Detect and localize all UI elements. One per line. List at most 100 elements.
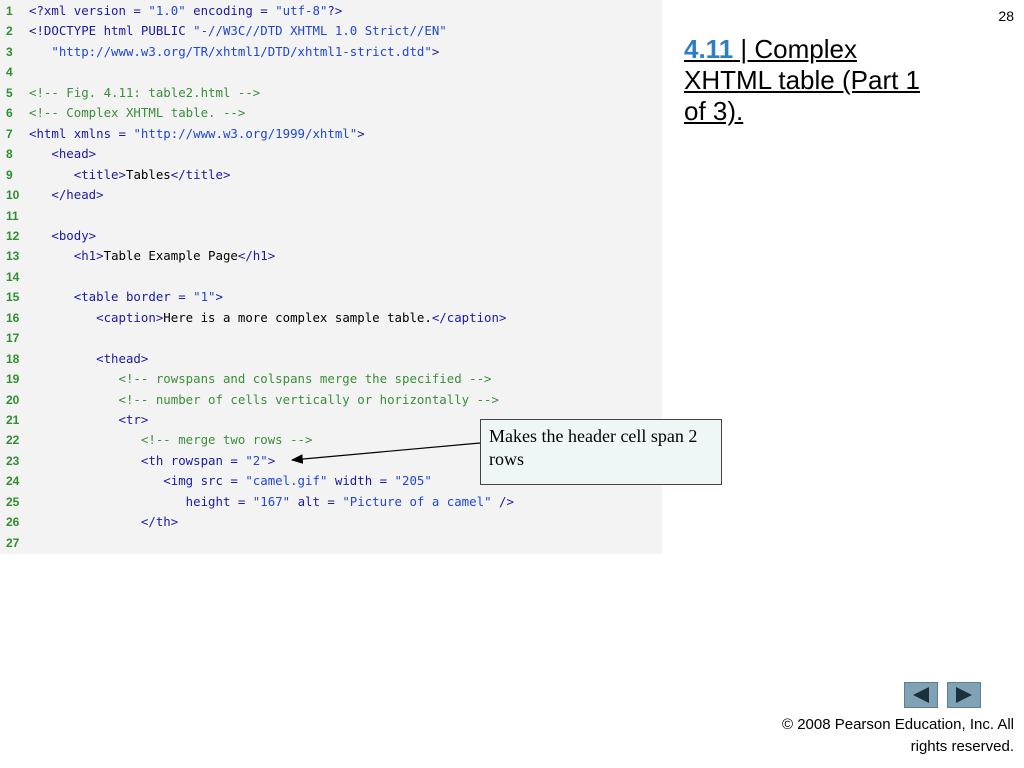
code-token: </th> (29, 514, 179, 530)
code-token: Tables (125, 166, 171, 182)
line-number: 3 (6, 44, 13, 59)
code-token: "1.0" (148, 3, 186, 18)
code-token: <!-- number of cells vertically or horiz… (29, 391, 499, 407)
code-token: </caption> (431, 309, 507, 325)
line-number: 6 (6, 106, 13, 121)
code-token: > (431, 43, 440, 59)
code-token: "utf-8" (275, 3, 328, 18)
code-text: <thead> (29, 349, 148, 369)
code-token: Table Example Page (103, 248, 238, 264)
line-number: 19 (6, 372, 20, 387)
code-token: > (267, 452, 276, 468)
code-token: "http://www.w3.org/TR/xhtml1/DTD/xhtml1-… (29, 43, 432, 59)
code-token: <!-- rowspans and colspans merge the spe… (29, 371, 492, 387)
code-token: <img src = (29, 473, 246, 489)
code-token: <tr> (29, 412, 149, 427)
code-text: height = "167" alt = "Picture of a camel… (29, 492, 514, 512)
code-token: </h1> (237, 248, 276, 264)
figure-number-link[interactable]: 4.11 (684, 34, 733, 64)
code-token: </title> (170, 166, 231, 182)
line-number: 4 (6, 65, 13, 80)
code-text: <title>Tables</title> (29, 165, 231, 185)
line-number: 1 (6, 4, 13, 18)
line-number: 7 (6, 126, 13, 141)
code-token: /> (491, 493, 514, 509)
code-token: <!-- Complex XHTML table. --> (29, 105, 246, 121)
code-token: "-//W3C//DTD XHTML 1.0 Strict//EN" (193, 23, 447, 39)
code-token: <body> (29, 227, 97, 243)
code-token: "2" (245, 452, 268, 468)
line-number: 15 (6, 290, 20, 305)
code-text: <!DOCTYPE html PUBLIC "-//W3C//DTD XHTML… (29, 21, 447, 41)
arrow-left-icon (913, 687, 929, 703)
code-text: <html xmlns = "http://www.w3.org/1999/xh… (29, 124, 365, 144)
slide-number: 28 (998, 8, 1014, 24)
code-token: <title> (29, 166, 126, 182)
code-token: "http://www.w3.org/1999/xhtml" (133, 125, 358, 141)
code-token: <th rowspan = (29, 452, 246, 468)
code-token: <h1> (29, 248, 104, 264)
code-token: Here is a more complex sample table. (163, 309, 432, 325)
code-token: <!-- merge two rows --> (29, 432, 313, 448)
arrow-right-icon (956, 687, 972, 703)
code-token: <head> (29, 146, 97, 162)
code-token: <table border = (29, 289, 194, 305)
code-token: <!-- Fig. 4.11: table2.html --> (29, 84, 261, 100)
slide-title[interactable]: 4.11 | Complex XHTML table (Part 1 of 3)… (684, 34, 934, 127)
line-number: 8 (6, 147, 13, 162)
line-number: 2 (6, 24, 13, 39)
code-token: "167" (252, 493, 291, 509)
code-token: "1" (193, 289, 216, 305)
code-text: <!-- rowspans and colspans merge the spe… (29, 369, 492, 389)
line-number: 12 (6, 228, 20, 243)
code-text: <head> (29, 144, 96, 164)
code-token: <caption> (29, 309, 164, 325)
code-text: <caption>Here is a more complex sample t… (29, 308, 506, 328)
code-text: "http://www.w3.org/TR/xhtml1/DTD/xhtml1-… (29, 42, 439, 62)
code-token: height = (29, 493, 253, 509)
code-text: <img src = "camel.gif" width = "205" (29, 471, 432, 491)
line-number: 5 (6, 85, 13, 100)
line-number: 14 (6, 269, 20, 284)
code-token: "205" (394, 473, 432, 489)
code-text: <th rowspan = "2"> (29, 451, 275, 471)
code-token: <thead> (29, 350, 149, 366)
code-text: <h1>Table Example Page</h1> (29, 246, 275, 266)
line-number: 22 (6, 433, 20, 448)
previous-slide-button[interactable] (904, 682, 938, 708)
line-number: 10 (6, 188, 20, 203)
line-number: 9 (6, 167, 13, 182)
code-text: </th> (29, 512, 178, 532)
code-text: <!-- Fig. 4.11: table2.html --> (29, 83, 260, 103)
line-number: 26 (6, 515, 20, 530)
code-token: encoding = (185, 3, 276, 18)
line-number: 23 (6, 453, 20, 468)
code-token: ?> (327, 3, 343, 18)
code-token: > (357, 125, 365, 141)
line-number: 18 (6, 351, 20, 366)
code-token: width = (327, 473, 395, 489)
line-number: 21 (6, 413, 20, 427)
code-text: <tr> (29, 410, 149, 430)
code-text: <!-- number of cells vertically or horiz… (29, 390, 499, 410)
code-token: </head> (29, 187, 104, 203)
callout-box: Makes the header cell span 2 rows (480, 419, 722, 485)
code-token: "camel.gif" (245, 473, 328, 489)
line-number: 24 (6, 474, 20, 489)
code-token: "Picture of a camel" (342, 493, 492, 509)
code-token: <!DOCTYPE html PUBLIC (29, 23, 194, 39)
code-text: <body> (29, 226, 96, 246)
code-token: > (215, 289, 223, 305)
code-token: alt = (290, 493, 343, 509)
code-token: <html xmlns = (29, 125, 134, 141)
next-slide-button[interactable] (947, 682, 981, 708)
line-number: 13 (6, 249, 20, 264)
line-number: 27 (6, 535, 20, 550)
code-text: <?xml version = "1.0" encoding = "utf-8"… (29, 1, 342, 21)
code-text: <table border = "1"> (29, 287, 223, 307)
copyright-notice: © 2008 Pearson Education, Inc. All right… (781, 716, 1014, 755)
code-text: <!-- Complex XHTML table. --> (29, 103, 245, 123)
line-number: 16 (6, 310, 20, 325)
code-token: <?xml version = (29, 3, 149, 18)
line-number: 25 (6, 494, 20, 509)
